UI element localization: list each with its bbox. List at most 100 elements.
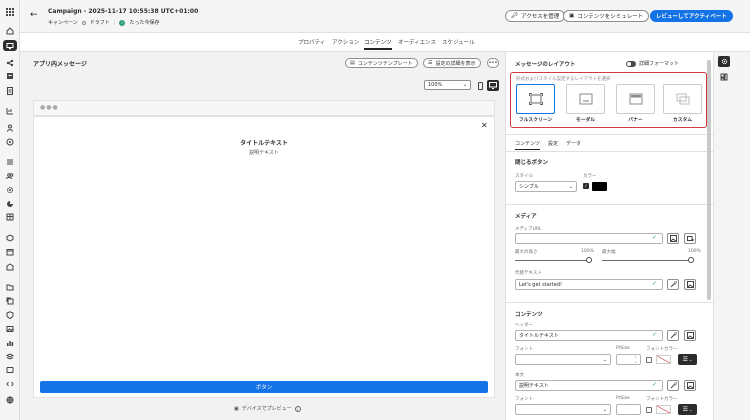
body-text-input[interactable]: 説明テキスト (515, 380, 663, 391)
subtab-content[interactable]: コンテンツ (515, 140, 541, 150)
header-color-swatch[interactable] (656, 355, 671, 364)
alt-text-input[interactable]: Let's get started! (515, 279, 663, 290)
grid-menu-icon[interactable] (5, 8, 15, 16)
person-icon[interactable] (5, 124, 15, 132)
body-align-button[interactable]: ☰ ⌄ (678, 404, 697, 415)
journey-icon[interactable] (5, 59, 15, 67)
body-color-swatch[interactable] (656, 405, 671, 414)
zoom-select[interactable]: 100% ⌄ (424, 80, 471, 90)
tab-properties[interactable]: プロパティ (298, 38, 325, 46)
media-url-input[interactable] (515, 233, 663, 244)
properties-gear-icon[interactable] (718, 56, 730, 67)
layout-fullscreen[interactable] (516, 84, 555, 114)
layout-hint: 形式およびスタイル設定するレイアウトを選択 (516, 77, 611, 82)
panel-scrollbar[interactable] (707, 60, 711, 300)
alt-asset-button[interactable] (684, 279, 696, 290)
mobile-view-icon[interactable] (476, 80, 485, 91)
layers-icon[interactable] (720, 73, 728, 83)
body-color-checkbox[interactable] (646, 407, 652, 413)
table-icon[interactable] (5, 213, 15, 221)
image-icon[interactable] (5, 325, 15, 333)
code-icon[interactable] (5, 380, 15, 388)
image-upload-icon (686, 332, 694, 339)
tab-audience[interactable]: オーディエンス (398, 38, 436, 46)
body-font-select[interactable]: ⌄ (515, 404, 611, 415)
close-icon[interactable]: ✕ (481, 121, 488, 130)
message-preview: ✕ タイトルテキスト 説明テキスト ボタン (33, 116, 495, 398)
max-height-slider[interactable] (515, 260, 590, 261)
close-style-select[interactable]: シンプル ⌄ (515, 181, 577, 192)
max-width-value: 100% (688, 249, 701, 254)
body-size-stepper[interactable] (616, 404, 641, 415)
chevron-down-icon: ⌄ (689, 357, 693, 362)
subtab-data[interactable]: データ (566, 140, 581, 150)
max-width-label: 最大幅 (602, 250, 616, 255)
toggle-switch[interactable] (626, 60, 636, 67)
draft-status: ドラフト (89, 20, 110, 26)
device-preview-link[interactable]: ▣ デバイスでプレビュー i (234, 405, 301, 412)
layout-banner[interactable] (616, 84, 655, 114)
media-upload-button[interactable] (667, 233, 679, 244)
body-personalize-button[interactable] (667, 380, 679, 391)
calendar-icon[interactable] (5, 248, 15, 256)
more-menu-button[interactable]: ••• (487, 58, 499, 68)
document-icon[interactable] (5, 87, 15, 95)
globe-icon[interactable] (5, 396, 15, 404)
users-icon[interactable] (5, 172, 15, 180)
tab-actions[interactable]: アクション (332, 38, 359, 46)
header-size-stepper[interactable]: ⌃ ⌄ (616, 354, 641, 365)
target-icon[interactable] (5, 138, 15, 146)
subtab-settings[interactable]: 設定 (548, 140, 558, 150)
messages-icon[interactable] (3, 40, 17, 51)
header-color-checkbox[interactable] (646, 357, 652, 363)
advanced-format-toggle[interactable]: 詳細フォーマット (626, 60, 679, 67)
review-activate-button[interactable]: レビューしてアクティベート (650, 10, 733, 22)
media-section-title: メディア (515, 214, 537, 220)
valid-check-icon: ✓ (652, 280, 658, 287)
header-align-button[interactable]: ☰ ⌄ (678, 354, 697, 365)
copy-icon[interactable] (5, 297, 15, 305)
shield-icon[interactable] (5, 311, 15, 319)
close-color-checkbox[interactable]: ✓ (583, 183, 589, 189)
header-personalize-button[interactable] (667, 330, 679, 341)
canvas-title: アプリ内メッセージ (33, 61, 87, 68)
header-font-select[interactable]: ⌄ (515, 354, 611, 365)
tab-content[interactable]: コンテンツ (364, 38, 392, 50)
back-arrow-icon[interactable]: ← (30, 10, 38, 20)
folder-icon[interactable] (5, 283, 15, 291)
body-size-label: PtSize (616, 396, 630, 401)
media-asset-button[interactable] (684, 233, 696, 244)
alt-personalize-button[interactable] (667, 279, 679, 290)
tab-schedule[interactable]: スケジュール (442, 38, 475, 46)
home-icon[interactable] (5, 27, 15, 35)
max-width-slider[interactable] (602, 260, 692, 261)
simulate-icon: ▣ (569, 13, 575, 19)
segment-icon[interactable] (5, 200, 15, 208)
simulate-content-button[interactable]: ▣ コンテンツをシミュレート (563, 10, 650, 22)
max-height-knob[interactable] (586, 257, 592, 263)
manage-access-button[interactable]: 🔑︎ アクセスを管理 (505, 10, 566, 22)
content-template-button[interactable]: ▤ コンテンツテンプレート (345, 58, 418, 68)
tablet-icon[interactable] (5, 366, 15, 374)
header-asset-button[interactable] (684, 330, 696, 341)
layout-custom[interactable] (663, 84, 702, 114)
list-icon[interactable] (5, 158, 15, 166)
building-icon[interactable] (5, 263, 15, 271)
info-icon: i (294, 405, 301, 412)
layout-modal[interactable] (566, 84, 605, 114)
campaign-icon[interactable] (5, 72, 15, 80)
body-asset-button[interactable] (684, 380, 696, 391)
desktop-view-icon[interactable] (487, 80, 499, 91)
chevron-down-icon: ⌄ (602, 356, 607, 363)
gear-icon[interactable] (5, 186, 15, 194)
show-settings-button[interactable]: ☰ 設定の詳細を表示 (423, 58, 481, 68)
chart-icon[interactable] (5, 107, 15, 115)
header-text-input[interactable]: タイトルテキスト (515, 330, 663, 341)
bar-chart-icon[interactable] (5, 339, 15, 347)
close-color-swatch[interactable] (592, 182, 607, 191)
max-width-knob[interactable] (688, 257, 694, 263)
message-button[interactable]: ボタン (40, 381, 488, 393)
cube-icon[interactable] (5, 234, 15, 242)
stack-icon[interactable] (5, 353, 15, 361)
message-title: タイトルテキスト (240, 140, 288, 147)
